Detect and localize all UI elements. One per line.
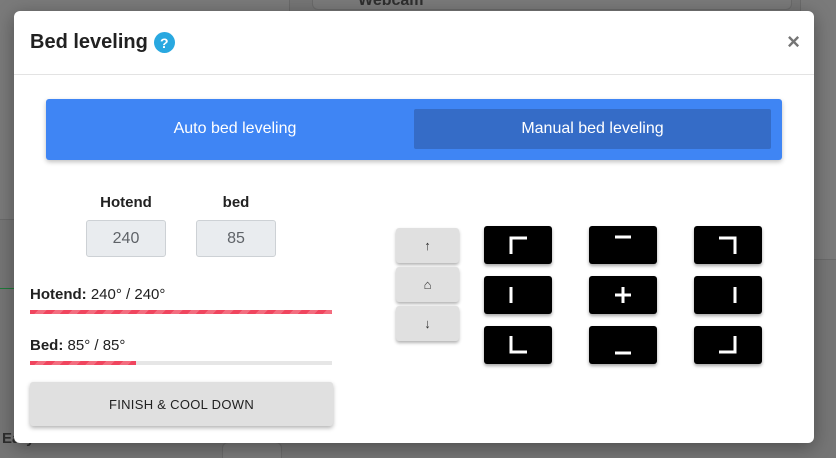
bottom-left-corner-icon <box>509 336 527 354</box>
hotend-progress-fill <box>30 310 332 314</box>
tab-auto-bed-leveling[interactable]: Auto bed leveling <box>56 109 414 149</box>
right-edge-icon <box>733 287 737 303</box>
bottom-edge-icon <box>615 351 631 355</box>
bed-progress-fill <box>30 361 136 365</box>
finish-cool-down-button[interactable]: FINISH & COOL DOWN <box>30 382 333 426</box>
top-right-corner-icon <box>719 236 737 254</box>
bed-status-label: Bed: <box>30 337 64 354</box>
level-top-button[interactable] <box>589 226 657 264</box>
tab-manual-bed-leveling[interactable]: Manual bed leveling <box>414 109 771 149</box>
level-right-button[interactable] <box>694 276 762 314</box>
z-down-button[interactable]: ↓ <box>396 306 459 341</box>
z-home-button[interactable]: ⌂ <box>396 267 459 302</box>
modal-title: Bed leveling <box>30 31 148 53</box>
level-bottom-button[interactable] <box>589 326 657 364</box>
hotend-status-label: Hotend: <box>30 286 87 303</box>
background-webcam-title: Webcam <box>358 0 424 9</box>
bed-temp-input[interactable]: 85 <box>196 220 276 257</box>
bed-status: Bed: 85° / 85° <box>30 337 125 354</box>
hotend-progress-bar <box>30 310 332 314</box>
top-left-corner-icon <box>509 236 527 254</box>
center-plus-icon <box>615 287 631 303</box>
bed-leveling-modal: Bed leveling ? × Auto bed leveling Manua… <box>14 11 814 443</box>
hotend-status-value: 240° / 240° <box>90 286 166 303</box>
level-bottom-left-button[interactable] <box>484 326 552 364</box>
modal-header: Bed leveling ? × <box>14 11 814 75</box>
hotend-status: Hotend: 240° / 240° <box>30 286 165 303</box>
bed-status-value: 85° / 85° <box>67 337 126 354</box>
hotend-temp-label: Hotend <box>100 194 152 211</box>
level-center-button[interactable] <box>589 276 657 314</box>
question-circle-icon[interactable]: ? <box>153 32 175 53</box>
level-bottom-right-button[interactable] <box>694 326 762 364</box>
leveling-tabs: Auto bed leveling Manual bed leveling <box>46 99 782 160</box>
background-dropdown <box>222 442 282 458</box>
level-top-left-button[interactable] <box>484 226 552 264</box>
background-divider <box>0 288 14 289</box>
left-edge-icon <box>509 287 513 303</box>
z-up-button[interactable]: ↑ <box>396 228 459 263</box>
top-edge-icon <box>615 235 631 239</box>
level-left-button[interactable] <box>484 276 552 314</box>
bed-temp-label: bed <box>222 194 250 211</box>
close-button[interactable]: × <box>787 29 800 55</box>
bottom-right-corner-icon <box>719 336 737 354</box>
arrow-up-icon: ↑ <box>424 238 431 253</box>
bed-progress-bar <box>30 361 332 365</box>
home-icon: ⌂ <box>423 277 432 292</box>
arrow-down-icon: ↓ <box>424 316 431 331</box>
hotend-temp-input[interactable]: 240 <box>86 220 166 257</box>
level-top-right-button[interactable] <box>694 226 762 264</box>
